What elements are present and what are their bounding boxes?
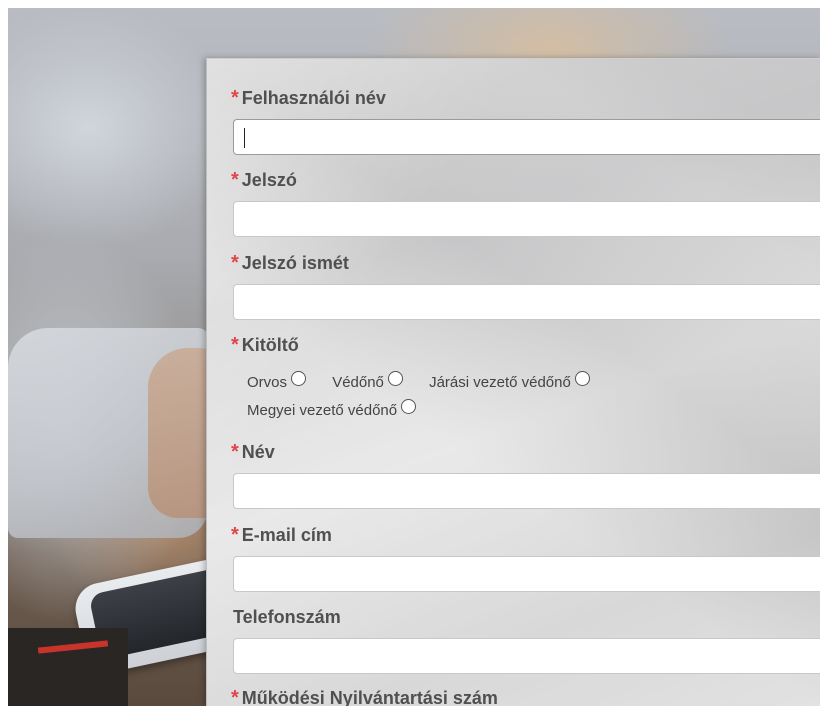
- required-marker: *: [231, 441, 239, 463]
- role-option-megyei-text: Megyei vezető védőnő: [247, 402, 398, 419]
- role-label-text: Kitöltő: [241, 335, 299, 355]
- email-input[interactable]: [233, 556, 820, 592]
- required-marker: *: [231, 687, 239, 706]
- name-label: * Név: [231, 441, 275, 464]
- required-marker: *: [231, 334, 239, 356]
- name-label-text: Név: [241, 442, 275, 462]
- password-label: * Jelszó: [231, 169, 297, 192]
- required-marker: *: [231, 169, 239, 191]
- role-option-jarasi-text: Járási vezető védőnő: [429, 374, 571, 391]
- password-confirm-input[interactable]: [233, 284, 820, 320]
- name-input[interactable]: [233, 473, 820, 509]
- radio-vedono[interactable]: [387, 371, 403, 386]
- role-option-vedono-text: Védőnő: [332, 374, 384, 391]
- text-caret: [244, 128, 245, 148]
- password-confirm-label: * Jelszó ismét: [231, 252, 349, 275]
- screen: * Felhasználói név * Jelszó * Jelszó ismét …: [0, 0, 820, 706]
- radio-jarasi-vezeto-vedono[interactable]: [574, 371, 590, 386]
- role-option-jarasi-vezeto-vedono[interactable]: Járási vezető védőnő: [429, 371, 590, 391]
- phone-input[interactable]: [233, 638, 820, 674]
- role-option-orvos[interactable]: Orvos: [247, 371, 307, 391]
- radio-megyei-vezeto-vedono[interactable]: [401, 399, 417, 414]
- phone-label: Telefonszám: [233, 607, 341, 628]
- phone-label-text: Telefonszám: [233, 607, 341, 627]
- required-marker: *: [231, 524, 239, 546]
- email-label: * E-mail cím: [231, 524, 332, 547]
- role-radio-row-1: Orvos Védőnő Járási vezető védőnő: [247, 371, 612, 391]
- required-marker: *: [231, 87, 239, 109]
- required-marker: *: [231, 252, 239, 274]
- password-label-text: Jelszó: [241, 170, 297, 190]
- username-input[interactable]: [233, 119, 820, 155]
- role-label: * Kitöltő: [231, 334, 299, 357]
- password-confirm-label-text: Jelszó ismét: [241, 253, 349, 273]
- registry-number-label: * Működési Nyilvántartási szám: [231, 687, 498, 706]
- username-label-text: Felhasználói név: [241, 88, 386, 108]
- role-option-vedono[interactable]: Védőnő: [332, 371, 403, 391]
- password-input[interactable]: [233, 201, 820, 237]
- username-label: * Felhasználói név: [231, 87, 386, 110]
- registry-number-label-text: Működési Nyilvántartási szám: [241, 688, 498, 706]
- role-option-orvos-text: Orvos: [247, 374, 288, 391]
- background-notebook: [8, 628, 128, 706]
- radio-orvos[interactable]: [291, 371, 307, 386]
- registration-form: * Felhasználói név * Jelszó * Jelszó ismét …: [206, 58, 820, 706]
- email-label-text: E-mail cím: [241, 525, 332, 545]
- role-option-megyei-vezeto-vedono[interactable]: Megyei vezető védőnő: [247, 399, 417, 419]
- role-radio-row-2: Megyei vezető védőnő: [247, 399, 438, 419]
